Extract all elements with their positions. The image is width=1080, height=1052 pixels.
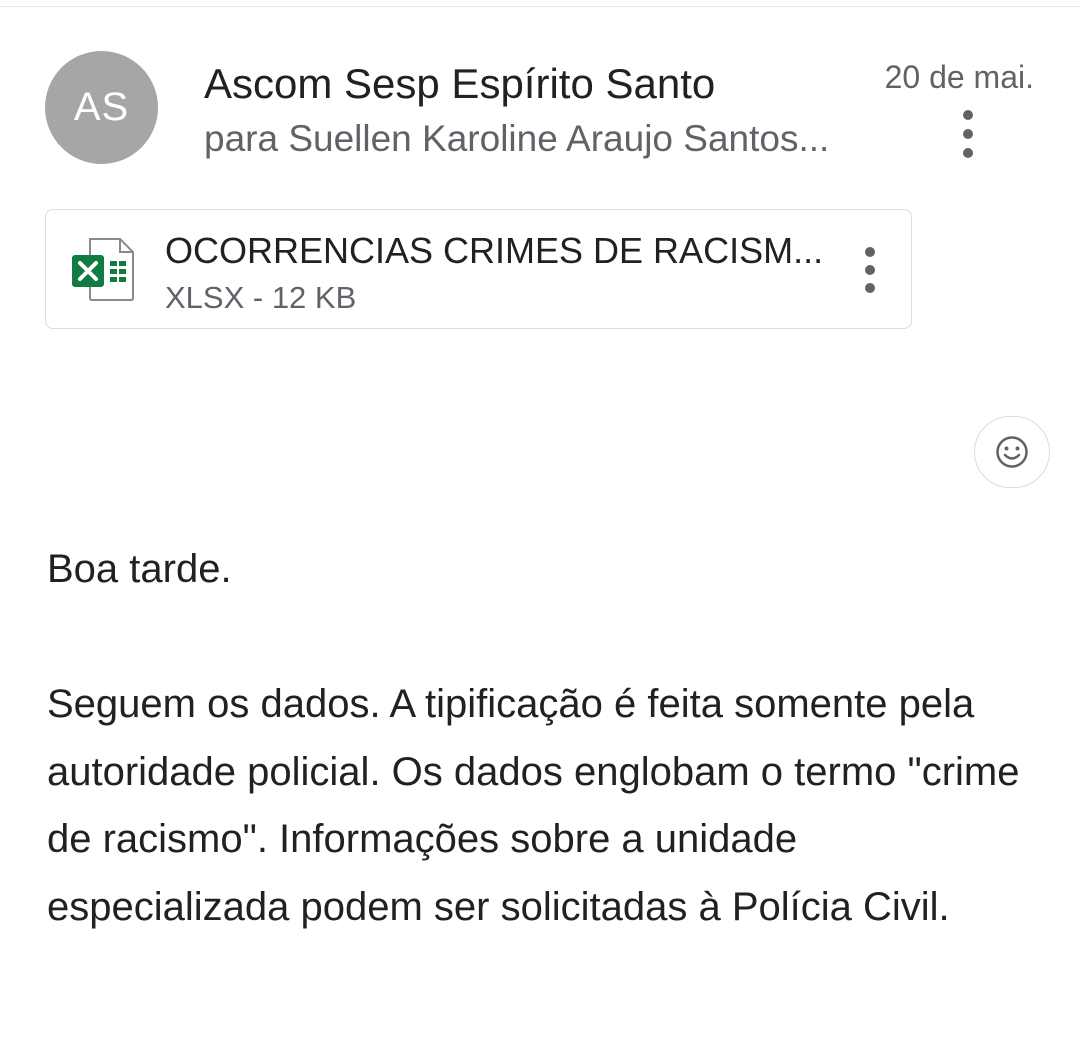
excel-file-icon (72, 238, 134, 301)
more-options-icon[interactable] (956, 110, 980, 158)
email-greeting: Boa tarde. (47, 547, 232, 591)
email-body-message: Seguem os dados. A tipificação é feita s… (47, 682, 1020, 929)
avatar-initials: AS (73, 85, 130, 129)
sender-avatar[interactable]: AS (45, 51, 158, 164)
sender-name[interactable]: Ascom Sesp Espírito Santo (204, 60, 715, 108)
recipient-details-toggle[interactable]: para Suellen Karoline Araujo Santos... (204, 118, 854, 160)
attachment-name: OCORRENCIAS CRIMES DE RACISM... (165, 230, 824, 271)
add-reaction-button[interactable] (974, 416, 1050, 488)
top-divider (0, 0, 1080, 7)
smiley-icon (996, 436, 1028, 468)
attachment-card[interactable]: OCORRENCIAS CRIMES DE RACISM... XLSX - 1… (45, 209, 912, 329)
email-date: 20 de mai. (884, 59, 1034, 95)
attachment-meta: XLSX - 12 KB (165, 280, 357, 315)
attachment-more-options-icon[interactable] (858, 247, 882, 293)
